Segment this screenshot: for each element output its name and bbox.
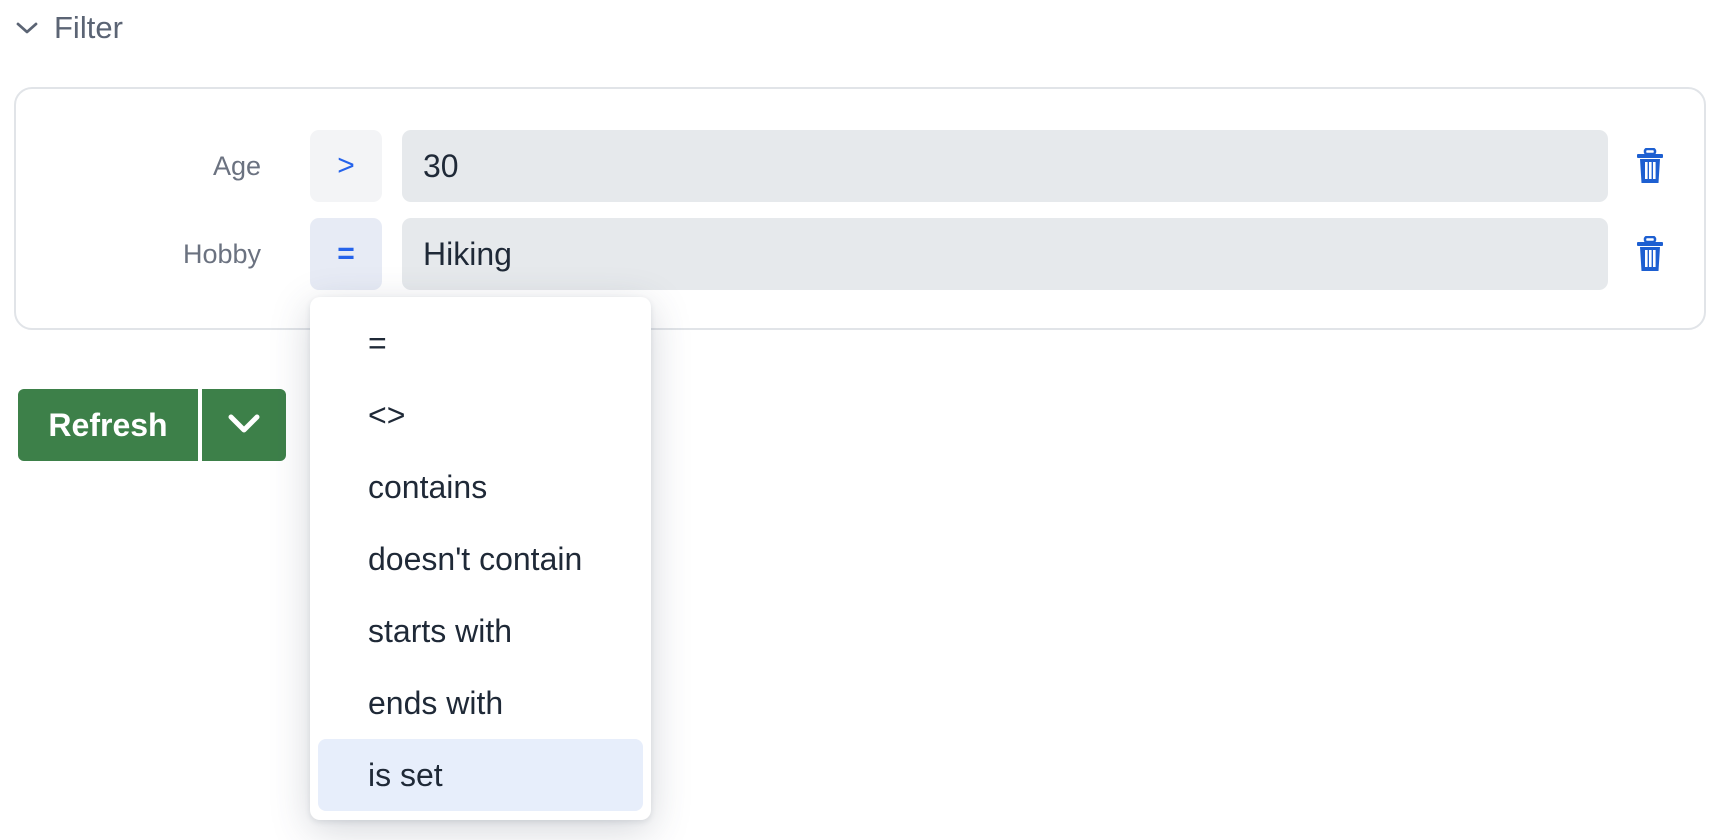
filter-field-label: Hobby (182, 239, 261, 269)
filter-row: Hobby = (16, 218, 1704, 290)
operator-select[interactable]: > (310, 130, 382, 202)
menu-item-contains[interactable]: contains (318, 451, 643, 523)
filter-row: Age > (16, 130, 1704, 202)
chevron-down-icon (14, 15, 40, 41)
menu-item-ends-with[interactable]: ends with (318, 667, 643, 739)
menu-item-doesnt-contain[interactable]: doesn't contain (318, 523, 643, 595)
trash-icon[interactable] (1635, 235, 1665, 272)
filter-value-input[interactable] (402, 130, 1608, 202)
refresh-button-group: Refresh (18, 389, 286, 461)
filter-field-label: Age (212, 151, 261, 181)
menu-item-is-set[interactable]: is set (318, 739, 643, 811)
filter-panel: Age > Hobby = (14, 87, 1706, 330)
menu-item-equals[interactable]: = (318, 307, 643, 379)
chevron-down-icon (227, 413, 261, 438)
operator-select[interactable]: = (310, 218, 382, 290)
refresh-options-button[interactable] (202, 389, 286, 461)
filter-value-input[interactable] (402, 218, 1608, 290)
section-title: Filter (54, 10, 123, 45)
refresh-button[interactable]: Refresh (18, 389, 198, 461)
trash-icon[interactable] (1635, 147, 1665, 184)
menu-item-starts-with[interactable]: starts with (318, 595, 643, 667)
operator-dropdown-menu: = <> contains doesn't contain starts wit… (310, 297, 651, 820)
filter-section-toggle[interactable]: Filter (14, 8, 123, 48)
menu-item-not-equals[interactable]: <> (318, 379, 643, 451)
